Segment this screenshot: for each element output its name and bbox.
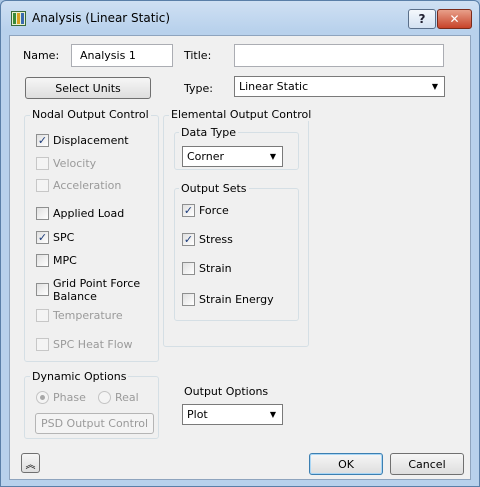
mpc-checkbox[interactable]: MPC [36,254,77,267]
data-type-select[interactable]: Corner ▼ [182,146,283,167]
ok-button[interactable]: OK [309,453,383,475]
title-label: Title: [184,49,212,62]
chevron-down-icon: ▼ [269,152,276,161]
psd-output-control-button[interactable]: PSD Output Control [35,413,154,434]
title-field[interactable] [234,44,444,67]
velocity-checkbox[interactable]: Velocity [36,157,96,170]
output-options-select[interactable]: Plot ▼ [182,404,283,425]
checkbox-box [182,262,195,275]
checkbox-label: SPC Heat Flow [53,338,133,351]
checkbox-box [36,338,49,351]
close-button[interactable]: ✕ [437,9,472,29]
checkbox-box [36,157,49,170]
analysis-dialog: Analysis (Linear Static) ? ✕ Name: Analy… [0,0,480,487]
data-type-title: Data Type [179,126,239,139]
help-button[interactable]: ? [408,9,436,29]
double-chevron-up-icon: ︽ [25,459,36,471]
checkbox-label: Acceleration [53,179,122,192]
temperature-checkbox[interactable]: Temperature [36,309,123,322]
checkbox-label: Force [199,204,229,217]
window-title: Analysis (Linear Static) [32,11,171,25]
select-units-button[interactable]: Select Units [25,77,151,99]
name-label: Name: [23,49,60,62]
radio-dot [36,391,49,404]
checkbox-box [36,283,49,296]
checkbox-box [36,254,49,267]
title-bar: Analysis (Linear Static) ? ✕ [1,1,479,31]
checkbox-label: Strain [199,262,232,275]
checkbox-label: MPC [53,254,77,267]
chevron-down-icon: ▼ [431,82,438,91]
checkbox-box [182,293,195,306]
applied-load-checkbox[interactable]: Applied Load [36,207,124,220]
acceleration-checkbox[interactable]: Acceleration [36,179,121,192]
checkbox-box [36,207,49,220]
checkbox-box [36,309,49,322]
dynamic-options-title: Dynamic Options [30,370,129,383]
checkbox-box: ✓ [182,233,195,246]
checkbox-label: Strain Energy [199,293,274,306]
data-type-value: Corner [187,150,225,163]
dialog-body: Name: Analysis 1 Title: Select Units Typ… [9,35,471,480]
radio-label: Phase [53,391,86,404]
checkbox-box: ✓ [182,204,195,217]
type-label: Type: [184,82,213,95]
spc-heat-flow-checkbox[interactable]: SPC Heat Flow [36,338,133,351]
app-icon [11,11,26,26]
checkbox-label: Velocity [53,157,97,170]
phase-radio[interactable]: Phase [36,391,86,404]
checkbox-label: Displacement [53,134,129,147]
output-options-title: Output Options [184,385,269,398]
radio-dot [98,391,111,404]
checkbox-box: ✓ [36,231,49,244]
stress-checkbox[interactable]: ✓ Stress [182,233,233,246]
force-checkbox[interactable]: ✓ Force [182,204,229,217]
checkbox-label: SPC [53,231,75,244]
name-field[interactable]: Analysis 1 [71,44,173,67]
output-sets-title: Output Sets [179,182,249,195]
checkbox-label: Grid Point Force Balance [53,277,141,303]
type-select-value: Linear Static [239,80,309,93]
checkbox-label: Stress [199,233,233,246]
chevron-down-icon: ▼ [269,410,276,419]
radio-label: Real [115,391,139,404]
grid-point-force-balance-checkbox[interactable]: Grid Point Force Balance [36,277,143,303]
expand-collapse-button[interactable]: ︽ [21,453,40,473]
spc-checkbox[interactable]: ✓ SPC [36,231,74,244]
checkbox-box [36,179,49,192]
real-radio[interactable]: Real [98,391,139,404]
checkbox-box: ✓ [36,134,49,147]
elemental-output-title: Elemental Output Control [169,108,314,121]
cancel-button[interactable]: Cancel [390,453,464,475]
checkbox-label: Temperature [53,309,123,322]
type-select[interactable]: Linear Static ▼ [234,76,445,97]
output-options-value: Plot [187,408,208,421]
nodal-output-title: Nodal Output Control [30,108,151,121]
strain-checkbox[interactable]: Strain [182,262,232,275]
strain-energy-checkbox[interactable]: Strain Energy [182,293,274,306]
displacement-checkbox[interactable]: ✓ Displacement [36,134,129,147]
checkbox-label: Applied Load [53,207,125,220]
